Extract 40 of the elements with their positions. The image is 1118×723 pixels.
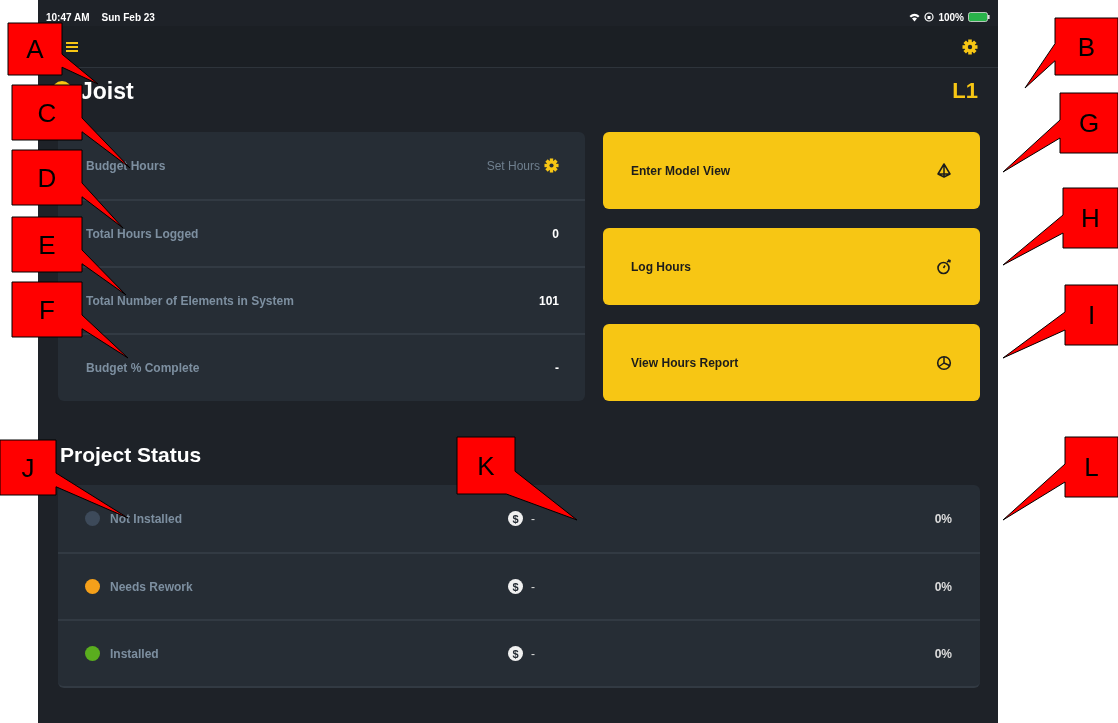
project-title: Joist: [80, 77, 134, 105]
callout-letter: I: [1087, 300, 1096, 330]
callout-letter: G: [1078, 108, 1100, 138]
cost-value: -: [531, 646, 535, 661]
callout-letter: K: [477, 450, 495, 481]
status-time: 10:47 AM: [46, 11, 90, 23]
callout-letter: L: [1084, 452, 1099, 482]
callout-letter: B: [1077, 31, 1096, 62]
row-label: Budget % Complete: [86, 360, 200, 375]
action-button[interactable]: View Hours Report: [603, 324, 980, 401]
percent-value: 0%: [934, 511, 952, 526]
row-value: 101: [538, 293, 559, 308]
callout-letter: A: [26, 34, 44, 64]
action-button[interactable]: Enter Model View: [603, 132, 980, 209]
row-label: Total Hours Logged: [86, 226, 199, 241]
callout-letter: D: [37, 162, 57, 193]
percent-value: 0%: [934, 646, 952, 661]
callout-letter: E: [38, 229, 56, 260]
row-label: Total Number of Elements in System: [86, 293, 294, 308]
cost-value: -: [531, 511, 535, 526]
status-label: Not Installed: [110, 511, 183, 526]
level-label: L1: [952, 78, 978, 104]
status-label: Installed: [110, 646, 160, 661]
callout-letter: H: [1081, 203, 1100, 233]
status-date: Sun Feb 23: [101, 11, 155, 23]
callout-letter: C: [37, 97, 57, 128]
row-value: 0: [552, 226, 559, 241]
dollar-icon: $: [508, 646, 523, 661]
callout-letter: F: [39, 294, 55, 325]
cost-value: -: [531, 579, 535, 594]
status-label: Needs Rework: [110, 579, 194, 594]
row-label: Budget Hours: [86, 158, 166, 173]
dollar-icon: $: [508, 579, 523, 594]
row-value: -: [555, 360, 559, 375]
callout-letter: J: [21, 452, 35, 483]
action-button[interactable]: Log Hours: [603, 228, 980, 305]
section-heading: Project Status: [60, 443, 202, 467]
dollar-icon: $: [508, 511, 523, 526]
battery-percent: 100%: [938, 11, 964, 23]
percent-value: 0%: [934, 579, 952, 594]
